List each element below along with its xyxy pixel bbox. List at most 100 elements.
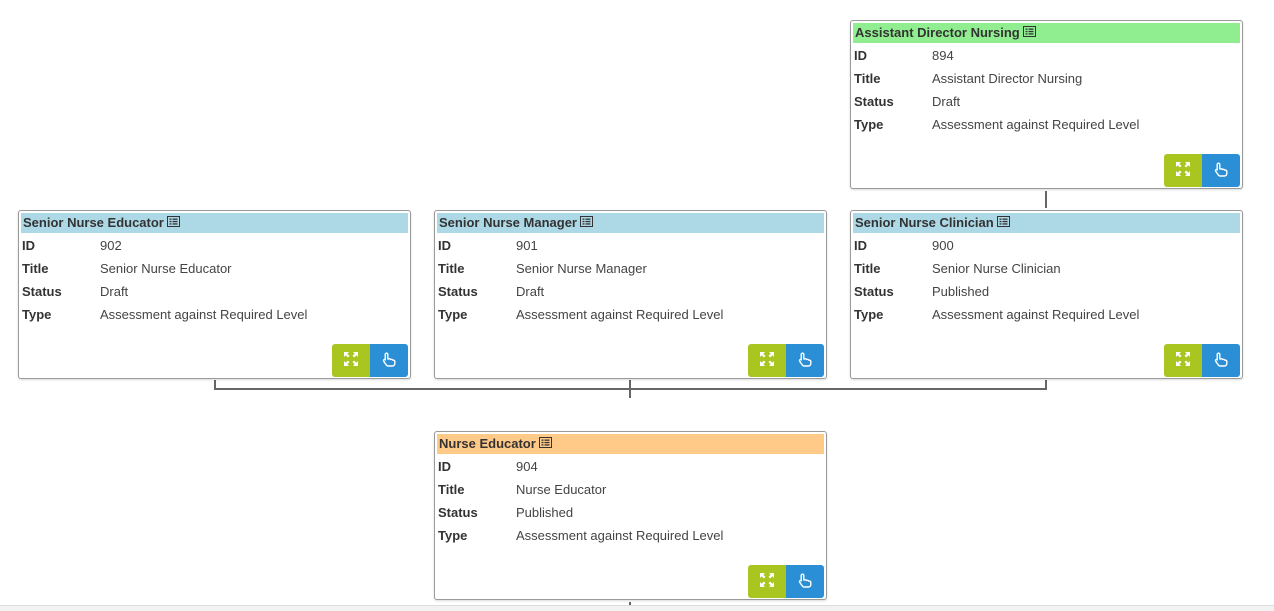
details-list-icon[interactable] [538, 434, 552, 454]
field-row-title: Title Senior Nurse Clinician [851, 257, 1242, 280]
expand-icon [1176, 352, 1190, 369]
card-fields: ID 894 Title Assistant Director Nursing St… [851, 43, 1242, 136]
connector-right-drop [1045, 380, 1047, 390]
field-value-type: Assessment against Required Level [932, 117, 1140, 132]
card-header: Senior Nurse Educator [21, 213, 408, 233]
field-value-type: Assessment against Required Level [516, 528, 724, 543]
connector-left-drop [214, 380, 216, 390]
card-fields: ID 902 Title Senior Nurse Educator Status D… [19, 233, 410, 326]
field-label-type: Type [438, 307, 468, 322]
field-label-type: Type [438, 528, 468, 543]
field-label-status: Status [438, 284, 478, 299]
field-row-type: Type Assessment against Required Level [435, 524, 826, 547]
connector-middle-drop [629, 380, 631, 398]
field-label-type: Type [854, 307, 884, 322]
select-button[interactable] [1202, 344, 1240, 377]
expand-icon [760, 352, 774, 369]
pointer-hand-icon [382, 352, 396, 370]
field-label-status: Status [438, 505, 478, 520]
card-header: Senior Nurse Clinician [853, 213, 1240, 233]
position-card-nurse-educator: Nurse Educator ID 904 Title Nurse Educator… [434, 431, 827, 600]
field-label-status: Status [22, 284, 62, 299]
field-row-status: Status Draft [435, 280, 826, 303]
field-row-status: Status Draft [19, 280, 410, 303]
field-value-id: 904 [516, 459, 538, 474]
field-value-type: Assessment against Required Level [100, 307, 308, 322]
field-label-title: Title [854, 71, 881, 86]
select-button[interactable] [1202, 154, 1240, 187]
field-value-status: Draft [100, 284, 129, 299]
pointer-hand-icon [798, 573, 812, 591]
field-label-title: Title [22, 261, 49, 276]
expand-button[interactable] [1164, 344, 1202, 377]
card-header: Nurse Educator [437, 434, 824, 454]
expand-button[interactable] [1164, 154, 1202, 187]
expand-icon [344, 352, 358, 369]
position-card-senior-nurse-clinician: Senior Nurse Clinician ID 900 Title Senior… [850, 210, 1243, 379]
field-row-id: ID 902 [19, 234, 410, 257]
field-label-status: Status [854, 284, 894, 299]
expand-icon [1176, 162, 1190, 179]
field-value-status: Published [932, 284, 990, 299]
field-value-status: Draft [932, 94, 961, 109]
card-fields: ID 900 Title Senior Nurse Clinician Status… [851, 233, 1242, 326]
field-row-title: Title Assistant Director Nursing [851, 67, 1242, 90]
field-row-id: ID 900 [851, 234, 1242, 257]
pointer-hand-icon [798, 352, 812, 370]
pointer-hand-icon [1214, 162, 1228, 180]
card-fields: ID 901 Title Senior Nurse Manager Status Dr… [435, 233, 826, 326]
field-value-status: Published [516, 505, 574, 520]
field-row-type: Type Assessment against Required Level [19, 303, 410, 326]
field-row-status: Status Published [851, 280, 1242, 303]
details-list-icon[interactable] [166, 213, 180, 233]
org-chart-canvas: Assistant Director Nursing ID 894 Title As… [0, 0, 1274, 611]
field-value-title: Senior Nurse Clinician [932, 261, 1061, 276]
card-header: Assistant Director Nursing [853, 23, 1240, 43]
field-label-title: Title [438, 261, 465, 276]
card-header-title: Assistant Director Nursing [855, 25, 1020, 40]
horizontal-scrollbar[interactable] [0, 605, 1274, 611]
field-row-title: Title Nurse Educator [435, 478, 826, 501]
field-row-status: Status Draft [851, 90, 1242, 113]
field-label-id: ID [22, 238, 35, 253]
field-value-id: 902 [100, 238, 122, 253]
card-header-title: Senior Nurse Educator [23, 215, 164, 230]
field-row-title: Title Senior Nurse Educator [19, 257, 410, 280]
field-row-type: Type Assessment against Required Level [851, 113, 1242, 136]
field-value-id: 894 [932, 48, 954, 63]
field-row-id: ID 894 [851, 44, 1242, 67]
field-value-id: 900 [932, 238, 954, 253]
details-list-icon[interactable] [580, 213, 593, 233]
select-button[interactable] [370, 344, 408, 377]
field-value-title: Nurse Educator [516, 482, 607, 497]
position-card-senior-nurse-manager: Senior Nurse Manager ID 901 Title Senior N… [434, 210, 827, 379]
details-list-icon[interactable] [996, 213, 1010, 233]
card-header-title: Senior Nurse Manager [439, 215, 577, 230]
field-value-type: Assessment against Required Level [932, 307, 1140, 322]
field-value-title: Senior Nurse Manager [516, 261, 647, 276]
expand-button[interactable] [748, 344, 786, 377]
expand-button[interactable] [332, 344, 370, 377]
field-label-title: Title [438, 482, 465, 497]
expand-icon [760, 573, 774, 590]
expand-button[interactable] [748, 565, 786, 598]
field-row-type: Type Assessment against Required Level [435, 303, 826, 326]
connector-top [1045, 191, 1047, 208]
field-value-title: Senior Nurse Educator [100, 261, 232, 276]
field-label-id: ID [854, 48, 867, 63]
field-value-title: Assistant Director Nursing [932, 71, 1083, 86]
details-list-icon[interactable] [1022, 23, 1036, 43]
field-row-title: Title Senior Nurse Manager [435, 257, 826, 280]
field-value-status: Draft [516, 284, 545, 299]
field-row-status: Status Published [435, 501, 826, 524]
field-row-id: ID 904 [435, 455, 826, 478]
position-card-senior-nurse-educator: Senior Nurse Educator ID 902 Title Senior … [18, 210, 411, 379]
select-button[interactable] [786, 565, 824, 598]
select-button[interactable] [786, 344, 824, 377]
card-header-title: Senior Nurse Clinician [855, 215, 994, 230]
field-label-title: Title [854, 261, 881, 276]
pointer-hand-icon [1214, 352, 1228, 370]
field-value-id: 901 [516, 238, 538, 253]
field-label-type: Type [22, 307, 52, 322]
field-row-type: Type Assessment against Required Level [851, 303, 1242, 326]
